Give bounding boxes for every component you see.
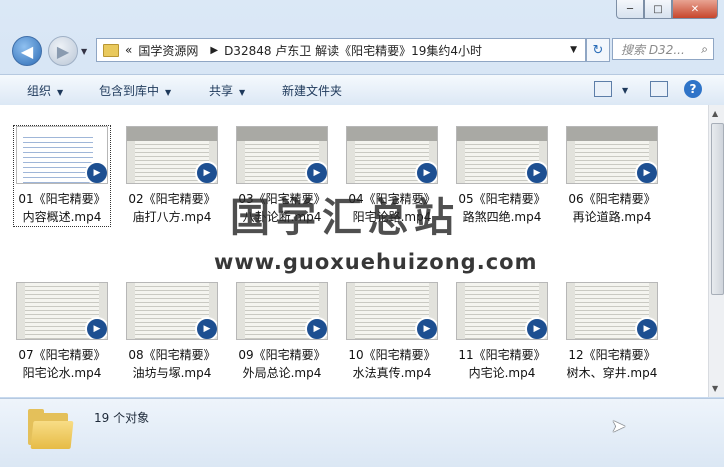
video-thumbnail: ▶	[566, 282, 658, 340]
folder-icon	[28, 407, 74, 451]
include-library-label: 包含到库中	[99, 84, 160, 98]
file-item[interactable]: ▶ 02《阳宅精要》 庙打八方.mp4	[124, 126, 220, 226]
file-item[interactable]: ▶ 09《阳宅精要》 外局总论.mp4	[234, 282, 330, 382]
breadcrumb-current[interactable]: D32848 卢东卫 解读《阳宅精要》19集约4小时	[224, 42, 482, 59]
view-options-icon[interactable]	[594, 81, 612, 97]
vertical-scrollbar[interactable]: ▲ ▼	[708, 105, 724, 397]
video-player-icon: ▶	[415, 317, 437, 339]
video-player-icon: ▶	[195, 161, 217, 183]
search-placeholder: 搜索 D32...	[621, 42, 685, 57]
watermark-url: www.guoxuehuizong.com	[214, 250, 538, 274]
back-arrow-icon: ◀	[20, 41, 34, 61]
file-item[interactable]: ▶ 05《阳宅精要》 路煞四绝.mp4	[454, 126, 550, 226]
video-player-icon: ▶	[635, 317, 657, 339]
refresh-icon: ↻	[592, 42, 604, 58]
mouse-cursor-icon: ➤	[611, 416, 627, 437]
video-thumbnail: ▶	[346, 282, 438, 340]
file-name: 09《阳宅精要》 外局总论.mp4	[238, 348, 326, 380]
scroll-down-icon[interactable]: ▼	[712, 384, 718, 393]
maximize-button[interactable]: □	[644, 0, 672, 19]
file-name: 11《阳宅精要》 内宅论.mp4	[458, 348, 546, 380]
address-bar[interactable]: « 国学资源网 ▶ D32848 卢东卫 解读《阳宅精要》19集约4小时 ▼	[96, 38, 586, 62]
chevron-down-icon: ▼	[57, 88, 64, 97]
video-player-icon: ▶	[305, 317, 327, 339]
file-name: 01《阳宅精要》 内容概述.mp4	[18, 192, 106, 224]
file-item[interactable]: ▶ 08《阳宅精要》 油坊与塚.mp4	[124, 282, 220, 382]
recent-pages-dropdown[interactable]: ▼	[81, 47, 87, 56]
file-item[interactable]: ▶ 06《阳宅精要》 再论道路.mp4	[564, 126, 660, 226]
scroll-up-icon[interactable]: ▲	[712, 109, 718, 118]
breadcrumb-separator-icon[interactable]: ▶	[210, 45, 218, 56]
watermark-title: 国学汇总站	[230, 194, 460, 241]
preview-pane-icon[interactable]	[650, 81, 668, 97]
close-button[interactable]: ✕	[672, 0, 718, 19]
video-thumbnail: ▶	[456, 126, 548, 184]
back-button[interactable]: ◀	[12, 36, 42, 66]
video-player-icon: ▶	[525, 317, 547, 339]
search-input[interactable]: 搜索 D32... ⌕	[612, 38, 714, 60]
address-dropdown-icon[interactable]: ▼	[570, 45, 577, 55]
include-in-library-menu[interactable]: 包含到库中 ▼	[99, 82, 171, 99]
breadcrumb-root[interactable]: 国学资源网	[138, 42, 198, 59]
share-menu[interactable]: 共享 ▼	[209, 82, 245, 99]
share-label: 共享	[209, 84, 234, 98]
navigation-bar: ◀ ▶ ▼ « 国学资源网 ▶ D32848 卢东卫 解读《阳宅精要》19集约4…	[0, 34, 724, 66]
video-player-icon: ▶	[195, 317, 217, 339]
file-name: 08《阳宅精要》 油坊与塚.mp4	[128, 348, 216, 380]
video-player-icon: ▶	[525, 161, 547, 183]
file-item[interactable]: ▶ 11《阳宅精要》 内宅论.mp4	[454, 282, 550, 382]
file-name: 06《阳宅精要》 再论道路.mp4	[568, 192, 656, 224]
scrollbar-thumb[interactable]	[711, 123, 724, 295]
forward-button[interactable]: ▶	[48, 36, 78, 66]
file-name: 02《阳宅精要》 庙打八方.mp4	[128, 192, 216, 224]
new-folder-button[interactable]: 新建文件夹	[282, 82, 342, 99]
file-name: 12《阳宅精要》 树木、穿井.mp4	[566, 348, 658, 380]
video-player-icon: ▶	[415, 161, 437, 183]
search-icon[interactable]: ⌕	[701, 42, 708, 57]
breadcrumb-overflow[interactable]: «	[125, 43, 132, 57]
chevron-down-icon: ▼	[165, 88, 172, 97]
organize-menu[interactable]: 组织 ▼	[27, 82, 63, 99]
video-player-icon: ▶	[85, 161, 107, 183]
file-item[interactable]: ▶ 07《阳宅精要》 阳宅论水.mp4	[14, 282, 110, 382]
file-item[interactable]: ▶ 12《阳宅精要》 树木、穿井.mp4	[564, 282, 660, 382]
file-item[interactable]: ▶ 01《阳宅精要》 内容概述.mp4	[13, 125, 111, 227]
video-thumbnail: ▶	[566, 126, 658, 184]
video-thumbnail: ▶	[456, 282, 548, 340]
video-thumbnail: ▶	[126, 126, 218, 184]
video-thumbnail: ▶	[236, 282, 328, 340]
video-player-icon: ▶	[305, 161, 327, 183]
refresh-button[interactable]: ↻	[586, 38, 610, 62]
help-icon[interactable]: ?	[684, 80, 702, 98]
video-player-icon: ▶	[635, 161, 657, 183]
organize-label: 组织	[27, 84, 52, 98]
file-name: 10《阳宅精要》 水法真传.mp4	[348, 348, 436, 380]
command-bar: 组织 ▼ 包含到库中 ▼ 共享 ▼ 新建文件夹 ▼ ?	[0, 74, 724, 106]
video-player-icon: ▶	[85, 317, 107, 339]
file-name: 07《阳宅精要》 阳宅论水.mp4	[18, 348, 106, 380]
video-thumbnail: ▶	[236, 126, 328, 184]
minimize-button[interactable]: ─	[616, 0, 644, 19]
file-name: 05《阳宅精要》 路煞四绝.mp4	[458, 192, 546, 224]
file-item[interactable]: ▶ 10《阳宅精要》 水法真传.mp4	[344, 282, 440, 382]
folder-icon	[103, 43, 119, 57]
chevron-down-icon: ▼	[239, 88, 246, 97]
explorer-window: ─ □ ✕ ◀ ▶ ▼ « 国学资源网 ▶ D32848 卢东卫 解读《阳宅精要…	[0, 0, 724, 467]
video-thumbnail: ▶	[16, 282, 108, 340]
item-count: 19 个对象	[94, 411, 150, 425]
caption-buttons: ─ □ ✕	[616, 0, 718, 19]
video-thumbnail: ▶	[16, 126, 108, 184]
forward-arrow-icon: ▶	[56, 41, 70, 61]
view-dropdown-icon[interactable]: ▼	[616, 82, 628, 96]
video-thumbnail: ▶	[126, 282, 218, 340]
video-thumbnail: ▶	[346, 126, 438, 184]
